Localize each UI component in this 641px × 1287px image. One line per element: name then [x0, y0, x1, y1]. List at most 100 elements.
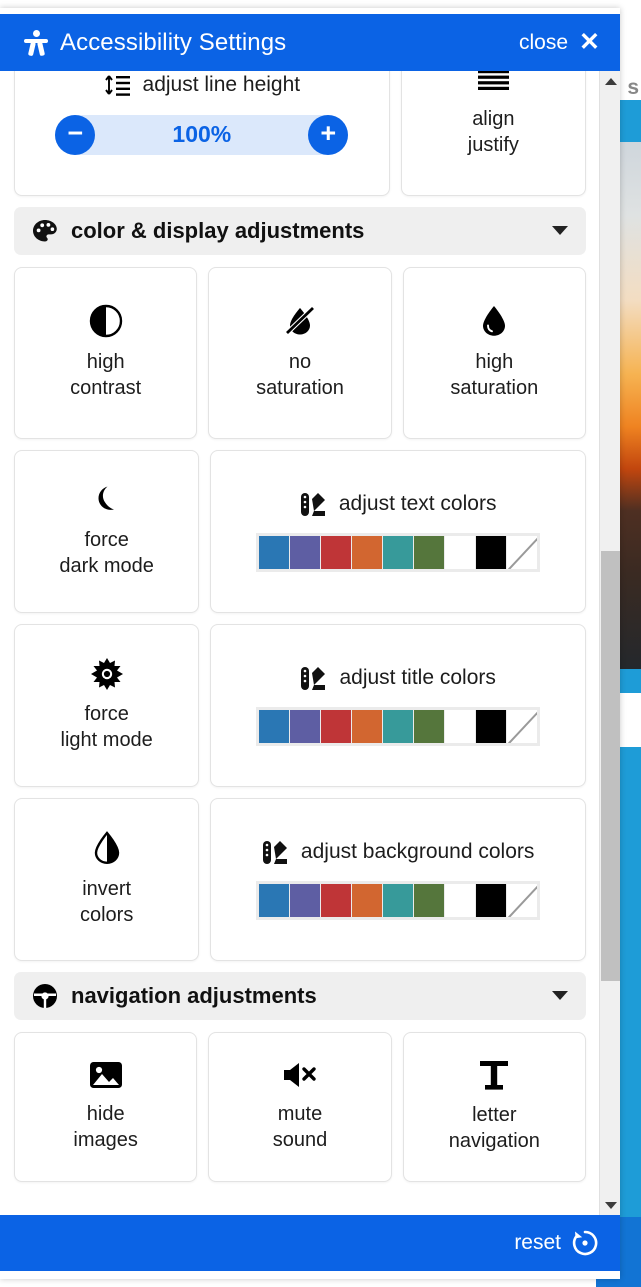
swatch-orange[interactable] — [352, 709, 383, 743]
align-justify-icon — [477, 69, 509, 95]
adjust-background-colors-card[interactable]: adjust background colors — [210, 798, 586, 961]
swatch-orange[interactable] — [352, 883, 383, 917]
mute-sound-card[interactable]: mute sound — [208, 1032, 392, 1182]
adjust-text-colors-label: adjust text colors — [338, 492, 497, 515]
mute-speaker-icon — [282, 1060, 318, 1090]
light-mode-row: force light mode adjust title colors — [14, 624, 586, 787]
sun-icon — [90, 657, 123, 690]
contrast-circle-icon — [89, 304, 123, 338]
swatch-red[interactable] — [321, 883, 352, 917]
swatch-purple[interactable] — [290, 709, 321, 743]
panel-scroll-body: adjust line height − 100% + align justif… — [0, 14, 620, 1207]
panel-scrollbar[interactable] — [599, 71, 620, 1215]
section-header-color-display[interactable]: color & display adjustments — [14, 207, 586, 255]
navigation-cards-row: hide images mute sound letter navigation — [14, 1032, 586, 1182]
line-height-stepper[interactable]: − 100% + — [55, 114, 349, 155]
no-saturation-label: no saturation — [256, 351, 344, 399]
text-color-swatches[interactable] — [256, 532, 541, 572]
panel-title-group: Accessibility Settings — [24, 29, 286, 57]
line-height-label: adjust line height — [142, 72, 301, 96]
color-cards-row: high contrast no saturation high saturat… — [14, 267, 586, 439]
hide-images-card[interactable]: hide images — [14, 1032, 198, 1182]
scroll-up-arrow-icon[interactable] — [600, 71, 620, 91]
palette-icon — [32, 219, 58, 243]
swatch-purple[interactable] — [290, 535, 321, 569]
swatch-none[interactable] — [507, 709, 538, 743]
panel-footer: reset — [0, 1215, 620, 1271]
no-saturation-card[interactable]: no saturation — [208, 267, 392, 439]
force-light-mode-label: force light mode — [60, 702, 153, 751]
invert-colors-label: invert colors — [79, 877, 134, 926]
moon-icon — [92, 484, 122, 516]
letter-t-icon — [479, 1059, 509, 1091]
force-dark-mode-card[interactable]: force dark mode — [14, 450, 200, 613]
high-saturation-card[interactable]: high saturation — [402, 267, 586, 439]
adjust-text-colors-title: adjust text colors — [300, 492, 497, 517]
line-height-decrease-button[interactable]: − — [55, 114, 96, 155]
section-title-navigation: navigation adjustments — [71, 983, 317, 1008]
invert-colors-card[interactable]: invert colors — [14, 798, 200, 961]
high-contrast-label: high contrast — [70, 351, 142, 399]
reset-circular-arrow-icon[interactable] — [572, 1230, 598, 1256]
swatch-red[interactable] — [321, 709, 352, 743]
line-height-icon — [104, 74, 131, 96]
swatch-teal[interactable] — [383, 883, 414, 917]
panel-content: adjust line height − 100% + align justif… — [0, 14, 600, 1193]
adjust-title-colors-title: adjust title colors — [300, 666, 496, 691]
adjust-text-colors-card[interactable]: adjust text colors — [210, 450, 586, 613]
chevron-down-icon[interactable] — [552, 991, 568, 1001]
dark-mode-row: force dark mode adjust text colors — [14, 450, 586, 613]
swatch-purple[interactable] — [290, 883, 321, 917]
reset-label[interactable]: reset — [514, 1231, 561, 1255]
swatch-black[interactable] — [476, 883, 507, 917]
close-x-icon[interactable]: ✕ — [579, 30, 600, 55]
droplet-slash-icon — [282, 304, 318, 338]
swatch-black[interactable] — [476, 709, 507, 743]
line-height-increase-button[interactable]: + — [308, 114, 349, 155]
chevron-down-icon[interactable] — [552, 226, 568, 236]
swatch-white[interactable] — [445, 709, 476, 743]
align-justify-label: align justify — [467, 107, 519, 156]
swatch-red[interactable] — [321, 535, 352, 569]
adjust-title-colors-label: adjust title colors — [339, 666, 496, 689]
swatch-blue[interactable] — [259, 883, 290, 917]
swatch-teal[interactable] — [383, 535, 414, 569]
droplet-icon — [480, 304, 508, 338]
title-color-swatches[interactable] — [256, 706, 541, 746]
force-light-mode-card[interactable]: force light mode — [14, 624, 200, 787]
swatch-white[interactable] — [445, 883, 476, 917]
panel-header: Accessibility Settings close ✕ — [0, 14, 620, 71]
swatch-teal[interactable] — [383, 709, 414, 743]
high-saturation-label: high saturation — [450, 351, 539, 399]
swatch-blue[interactable] — [259, 535, 290, 569]
bg-page-text: s — [627, 76, 639, 99]
letter-navigation-card[interactable]: letter navigation — [402, 1032, 586, 1182]
background-color-swatches[interactable] — [256, 880, 541, 920]
swatch-black[interactable] — [476, 535, 507, 569]
swatch-green[interactable] — [414, 883, 445, 917]
scroll-thumb[interactable] — [601, 551, 620, 981]
adjust-title-colors-card[interactable]: adjust title colors — [210, 624, 586, 787]
adjust-background-colors-label: adjust background colors — [300, 840, 535, 863]
line-height-value: 100% — [172, 121, 232, 147]
swatch-white[interactable] — [445, 535, 476, 569]
close-label: close — [519, 30, 569, 54]
page-title: Accessibility Settings — [60, 28, 287, 56]
scroll-down-arrow-icon[interactable] — [600, 1195, 620, 1215]
swatch-green[interactable] — [414, 709, 445, 743]
section-header-navigation[interactable]: navigation adjustments — [14, 972, 586, 1020]
swatch-orange[interactable] — [352, 535, 383, 569]
high-contrast-card[interactable]: high contrast — [14, 267, 198, 439]
close-button[interactable]: close ✕ — [519, 30, 600, 55]
section-title-color-display: color & display adjustments — [71, 218, 365, 243]
mute-sound-label: mute sound — [272, 1103, 328, 1151]
letter-navigation-label: letter navigation — [448, 1104, 540, 1152]
accessibility-person-icon — [24, 29, 48, 56]
swatch-green[interactable] — [414, 535, 445, 569]
droplet-half-icon — [93, 831, 121, 865]
invert-colors-row: invert colors adjust background colors — [14, 798, 586, 961]
swatch-blue[interactable] — [259, 709, 290, 743]
swatch-none[interactable] — [507, 883, 538, 917]
color-swatch-icon — [262, 840, 289, 865]
swatch-none[interactable] — [507, 535, 538, 569]
